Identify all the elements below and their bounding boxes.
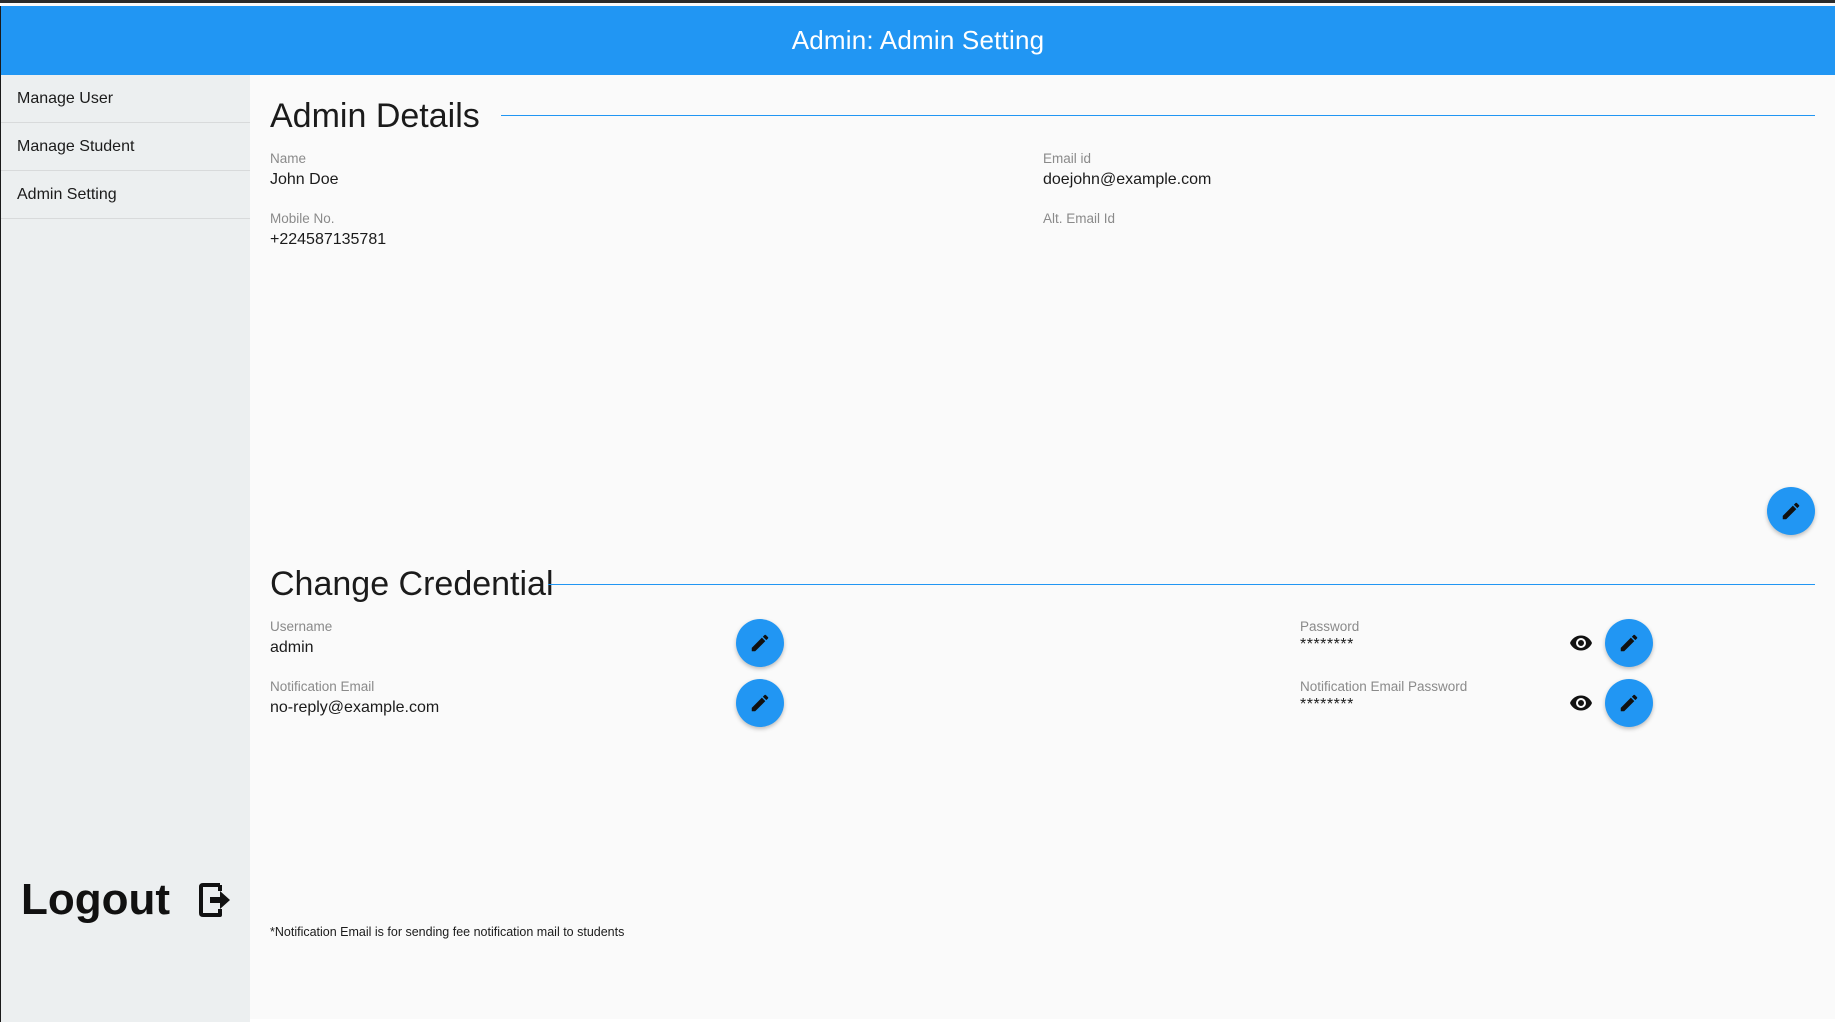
password-value: ********	[1300, 636, 1354, 653]
notification-email-label: Notification Email	[270, 679, 375, 694]
username-field: Username admin	[270, 619, 332, 657]
email-field: Email id doejohn@example.com	[1043, 151, 1211, 189]
email-value: doejohn@example.com	[1043, 171, 1212, 188]
name-label: Name	[270, 151, 307, 166]
eye-icon	[1570, 635, 1592, 651]
sidebar-item-manage-student[interactable]: Manage Student	[1, 123, 250, 171]
name-field: Name John Doe	[270, 151, 339, 189]
section-divider	[501, 115, 1815, 116]
logout-icon	[199, 883, 231, 917]
edit-icon	[1620, 634, 1638, 652]
admin-details-title: Admin Details	[270, 97, 480, 135]
mobile-value: +224587135781	[270, 231, 387, 248]
page-title: Admin: Admin Setting	[791, 25, 1045, 55]
username-label: Username	[270, 619, 333, 634]
edit-icon	[751, 694, 769, 712]
edit-username-button[interactable]	[736, 619, 784, 667]
toggle-notification-password-visibility[interactable]	[1568, 690, 1594, 716]
section-divider	[548, 584, 1815, 585]
change-credential-title: Change Credential	[270, 565, 554, 603]
top-app-bar: Admin: Admin Setting	[0, 6, 1835, 75]
edit-icon	[1782, 502, 1800, 520]
notification-password-value: ********	[1300, 696, 1354, 713]
alt-email-field: Alt. Email Id	[1043, 211, 1115, 231]
password-field: Password ********	[1300, 619, 1359, 654]
edit-notification-password-button[interactable]	[1605, 679, 1653, 727]
notification-email-field: Notification Email no-reply@example.com	[270, 679, 439, 717]
toggle-password-visibility[interactable]	[1568, 630, 1594, 656]
notification-password-label: Notification Email Password	[1300, 679, 1468, 694]
eye-icon	[1570, 695, 1592, 711]
logout-label: Logout	[21, 875, 171, 924]
notification-email-value: no-reply@example.com	[270, 699, 440, 716]
edit-password-button[interactable]	[1605, 619, 1653, 667]
app-window: Admin: Admin Setting Manage User Manage …	[0, 0, 1835, 1022]
mobile-field: Mobile No. +224587135781	[270, 211, 386, 249]
edit-admin-details-button[interactable]	[1767, 487, 1815, 535]
sidebar-item-admin-setting[interactable]: Admin Setting	[1, 171, 250, 219]
alt-email-label: Alt. Email Id	[1043, 211, 1116, 226]
username-value: admin	[270, 639, 314, 656]
sidebar: Manage User Manage Student Admin Setting…	[0, 75, 250, 1022]
sidebar-item-manage-user[interactable]: Manage User	[1, 75, 250, 123]
name-value: John Doe	[270, 171, 339, 188]
sidebar-item-label: Admin Setting	[17, 185, 117, 203]
main-content: Admin Details Name John Doe Email id doe…	[250, 75, 1835, 1022]
notification-password-field: Notification Email Password ********	[1300, 679, 1467, 714]
email-label: Email id	[1043, 151, 1092, 166]
edit-notification-email-button[interactable]	[736, 679, 784, 727]
sidebar-item-label: Manage User	[17, 89, 114, 107]
password-label: Password	[1300, 619, 1360, 634]
edit-icon	[1620, 694, 1638, 712]
logout-button[interactable]: Logout	[21, 875, 232, 925]
edit-icon	[751, 634, 769, 652]
footnote: *Notification Email is for sending fee n…	[270, 925, 625, 939]
mobile-label: Mobile No.	[270, 211, 335, 226]
sidebar-item-label: Manage Student	[17, 137, 135, 155]
